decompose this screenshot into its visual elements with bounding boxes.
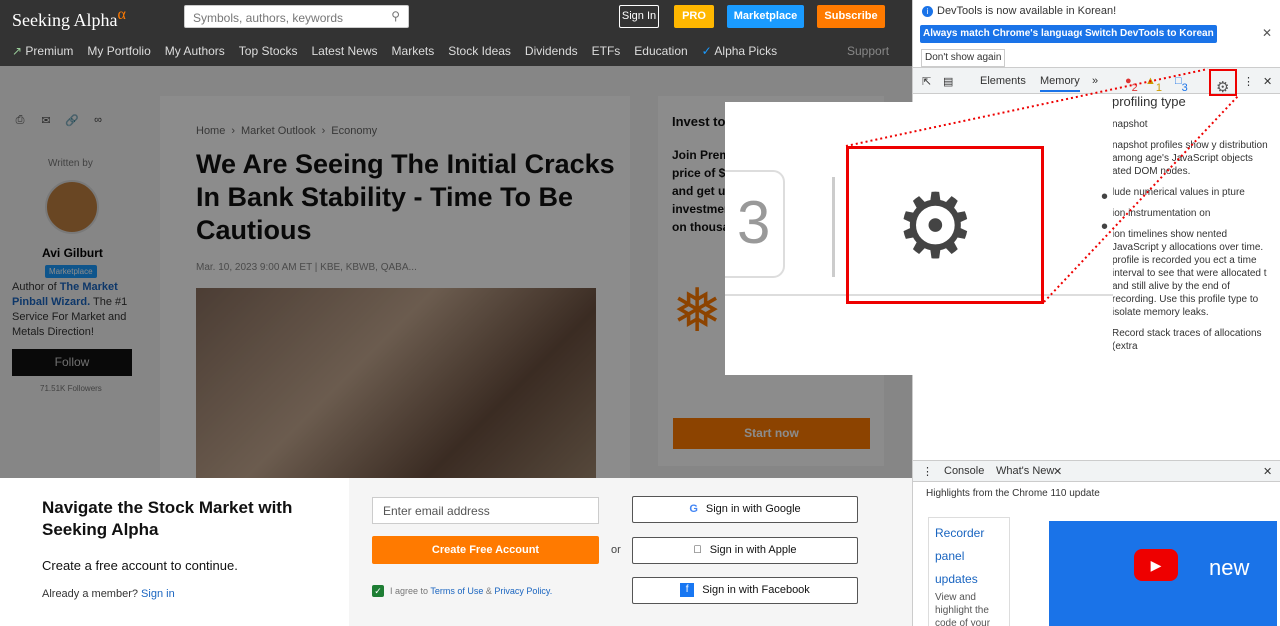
callout-lines — [845, 68, 1239, 303]
